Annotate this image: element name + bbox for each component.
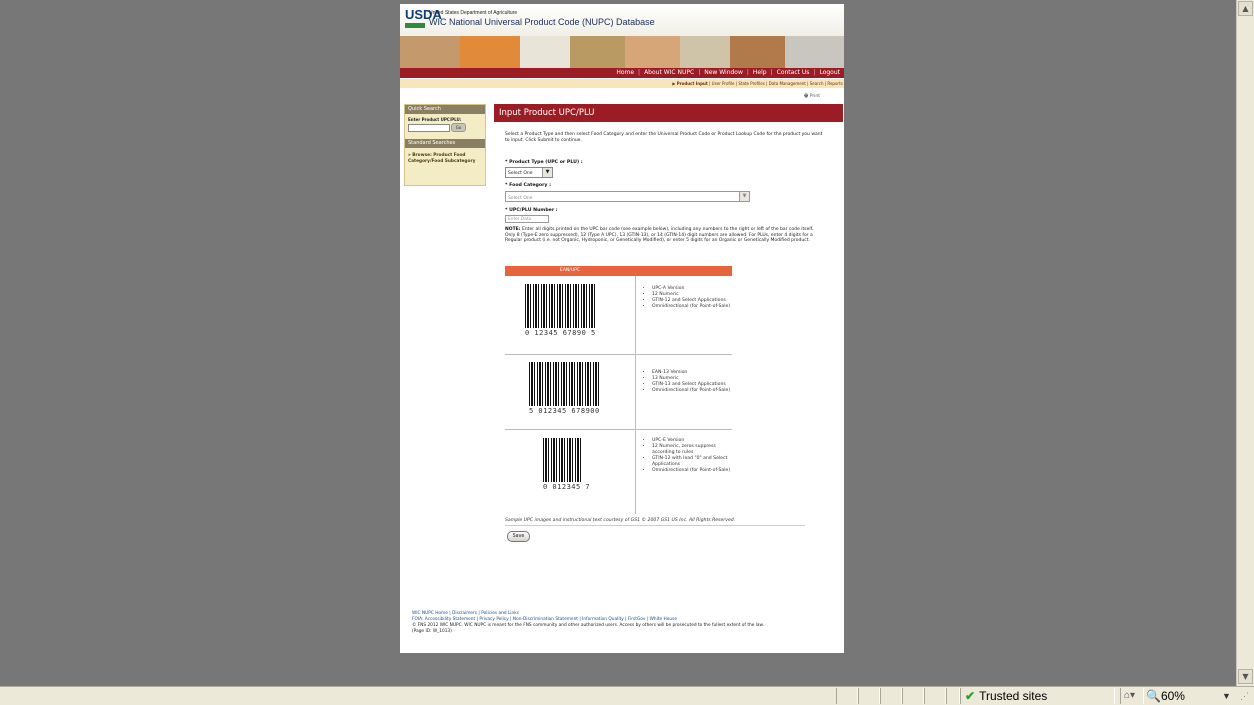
ean-upc-header: EAN/UPC <box>505 266 732 276</box>
resize-grip-icon[interactable]: ⋰ <box>1240 690 1249 702</box>
chevron-down-icon: ▼ <box>739 192 749 201</box>
quick-search-go-button[interactable]: Go <box>451 123 466 132</box>
list-item: Omnidirectional (for Point-of-Sale) <box>652 468 737 474</box>
main-nav: Home | About WIC NUPC | New Window | Help | Cont… <box>400 68 844 78</box>
ean-13-digits: 5 012345 678900 <box>529 407 600 415</box>
upc-e-bullets: UPC-E Version 12 Numeric, zeros suppress… <box>645 438 737 474</box>
upc-a-barcode-image: 0 12345 67890 5 <box>525 284 596 337</box>
upc-a-bullets: UPC-A Version 12 Numeric GTIN-12 and Sel… <box>645 286 737 310</box>
subnav-state-profiles[interactable]: State Profiles <box>738 81 764 86</box>
ean-13-barcode-image: 5 012345 678900 <box>529 362 600 415</box>
checkmark-icon: ✔ <box>965 689 976 703</box>
subnav-reports[interactable]: Reports <box>827 81 842 86</box>
note-label: NOTE: <box>505 227 521 232</box>
list-item: Omnidirectional (for Point-of-Sale) <box>652 388 737 394</box>
browser-status-bar: ✔ Trusted sites ⌂▾ 🔍60% ▼ ⋰ <box>0 686 1254 705</box>
main-content: Input Product UPC/PLU Select a Product T… <box>494 104 843 542</box>
protected-mode-icon[interactable]: ⌂▾ <box>1124 688 1135 704</box>
sidebar: Quick Search Enter Product UPC/PLU: Go S… <box>404 104 486 186</box>
site-title: WIC National Universal Product Code (NUP… <box>429 17 655 27</box>
security-zone-label: Trusted sites <box>979 689 1048 703</box>
header-banner-image <box>400 36 844 68</box>
browse-category-link[interactable]: » Browse: Product Food Category/Food Sub… <box>408 153 480 164</box>
upc-e-digits: 0 012345 7 <box>543 483 591 491</box>
chevron-down-icon: ▼ <box>542 168 552 177</box>
save-button[interactable]: Save <box>507 531 530 542</box>
list-item: 12 Numeric, zeros suppress according to … <box>652 444 737 456</box>
ean-upc-table: EAN/UPC 0 12345 67890 5 UPC-A Version 12… <box>505 266 732 514</box>
product-type-label: * Product Type (UPC or PLU) : <box>505 160 583 165</box>
print-link[interactable]: 🖶 Print <box>804 92 820 100</box>
site-header: USDA United States Department of Agricul… <box>400 4 844 36</box>
upc-number-label: * UPC/PLU Number : <box>505 208 558 213</box>
subnav-data-management[interactable]: Data Management <box>769 81 806 86</box>
subnav-search[interactable]: Search <box>810 81 824 86</box>
food-category-label: * Food Category : <box>505 183 551 188</box>
upc-number-input[interactable]: Enter Data <box>505 215 549 223</box>
list-item: GTIN-12 with lead "0" and Select Applica… <box>652 456 737 468</box>
web-page: USDA United States Department of Agricul… <box>400 4 844 653</box>
security-zone[interactable]: ✔ Trusted sites <box>965 688 1047 704</box>
product-type-value: Select One <box>508 171 533 176</box>
nav-logout[interactable]: Logout <box>815 69 844 76</box>
note-text: Enter all digits printed on the UPC bar … <box>505 227 814 244</box>
agency-name: United States Department of Agriculture <box>429 10 518 16</box>
site-footer: WIC NUPC Home | Disclaimers | Policies a… <box>412 611 832 635</box>
chevron-down-icon[interactable]: ▼ <box>1222 688 1231 704</box>
intro-text: Select a Product Type and then select Fo… <box>505 132 823 143</box>
list-item: Omnidirectional (for Point-of-Sale) <box>652 304 737 310</box>
usda-logo-bar <box>405 23 425 28</box>
browser-viewport: USDA United States Department of Agricul… <box>0 0 1236 686</box>
product-type-select[interactable]: Select One ▼ <box>505 167 553 178</box>
nav-about[interactable]: About WIC NUPC <box>640 69 698 76</box>
standard-searches-header: Standard Searches <box>405 139 485 148</box>
food-category-value: Select One <box>508 196 533 201</box>
food-category-select[interactable]: Select One ▼ <box>505 191 750 202</box>
nav-contact[interactable]: Contact Us <box>773 69 814 76</box>
footer-page-id: (Page ID: W_1013) <box>412 629 452 634</box>
subnav-product-input[interactable]: Product Input <box>677 81 708 86</box>
sub-nav: ▶ Product Input | User Profile | State P… <box>400 79 844 88</box>
quick-search-header: Quick Search <box>405 105 485 114</box>
scroll-up-icon[interactable]: ▲ <box>1238 1 1253 16</box>
nav-new-window[interactable]: New Window <box>700 69 747 76</box>
nav-help[interactable]: Help <box>749 69 771 76</box>
upc-note: NOTE: Enter all digits printed on the UP… <box>505 227 815 244</box>
zoom-control[interactable]: 🔍60% <box>1146 688 1185 704</box>
vertical-scrollbar[interactable]: ▲ ▼ <box>1236 0 1254 686</box>
scroll-down-icon[interactable]: ▼ <box>1238 669 1253 684</box>
nav-home[interactable]: Home <box>612 69 638 76</box>
subnav-user-profile[interactable]: User Profile <box>712 81 735 86</box>
zoom-level: 60% <box>1160 689 1185 703</box>
browse-category-label: Browse: Product Food Category/Food Subca… <box>408 153 476 164</box>
zoom-icon: 🔍 <box>1146 689 1161 703</box>
quick-search-input[interactable] <box>408 124 450 132</box>
upc-e-barcode-image: 0 012345 7 <box>543 438 590 491</box>
upc-a-digits: 0 12345 67890 5 <box>525 329 596 337</box>
gs1-caption: Sample UPC images and instructional text… <box>505 518 736 523</box>
ean-13-bullets: EAN-13 Version 13 Numeric GTIN-13 and Se… <box>645 370 737 394</box>
print-label: Print <box>809 94 821 99</box>
quick-search-label: Enter Product UPC/PLU: <box>408 117 462 122</box>
table-header-label: EAN/UPC <box>560 268 580 273</box>
page-title: Input Product UPC/PLU <box>494 104 843 122</box>
